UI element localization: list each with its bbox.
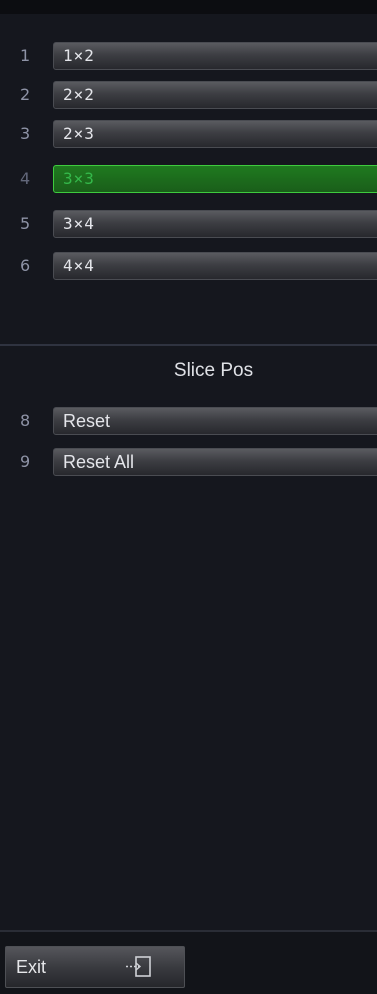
top-strip — [0, 0, 377, 14]
layout-3x3-button[interactable]: 3×3 — [53, 165, 377, 193]
hotkey-number: 9 — [20, 452, 31, 471]
slice-row-reset-all: 9 Reset All — [0, 446, 377, 478]
layout-row-2: 2 2×2 — [0, 79, 377, 111]
reset-all-button[interactable]: Reset All — [53, 448, 377, 476]
reset-button[interactable]: Reset — [53, 407, 377, 435]
layout-row-1: 1 1×2 — [0, 40, 377, 72]
layout-4x4-button[interactable]: 4×4 — [53, 252, 377, 280]
slice-pos-title: Slice Pos — [173, 360, 254, 381]
hotkey-number: 1 — [20, 46, 31, 65]
layout-row-3: 3 2×3 — [0, 118, 377, 150]
exit-button[interactable]: Exit — [5, 946, 185, 988]
hotkey-number: 8 — [20, 411, 31, 430]
slice-row-reset: 8 Reset — [0, 405, 377, 437]
layout-3x4-button[interactable]: 3×4 — [53, 210, 377, 238]
hotkey-number: 2 — [20, 85, 31, 104]
hotkey-number: 5 — [20, 214, 31, 233]
layout-row-5: 5 3×4 — [0, 208, 377, 240]
viewer-side-panel: 1 1×2 2 2×2 3 2×3 4 3×3 5 3×4 6 4×4 Slic… — [0, 0, 377, 994]
layout-1x2-button[interactable]: 1×2 — [53, 42, 377, 70]
hotkey-number: 4 — [20, 169, 31, 188]
layout-row-6: 6 4×4 — [0, 250, 377, 282]
layout-2x2-button[interactable]: 2×2 — [53, 81, 377, 109]
footer-bar: Exit — [0, 930, 377, 994]
section-divider — [0, 344, 377, 346]
exit-door-icon — [126, 956, 151, 977]
hotkey-number: 6 — [20, 256, 31, 275]
hotkey-number: 3 — [20, 124, 31, 143]
layout-2x3-button[interactable]: 2×3 — [53, 120, 377, 148]
exit-label: Exit — [16, 957, 47, 977]
layout-row-4: 4 3×3 — [0, 163, 377, 195]
